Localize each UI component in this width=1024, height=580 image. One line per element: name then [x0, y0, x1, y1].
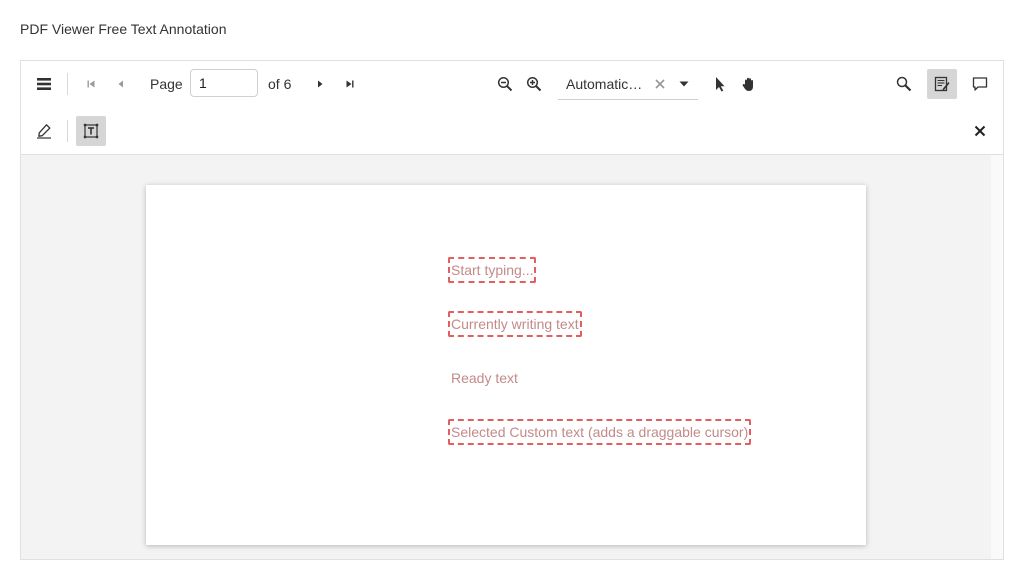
annotation-edit-icon — [934, 76, 950, 92]
page-count: of 6 — [268, 76, 292, 92]
comment-icon — [972, 76, 988, 92]
annotation-edit-button[interactable] — [927, 69, 957, 99]
free-text-annotation-selected[interactable]: Selected Custom text (adds a draggable c… — [448, 419, 752, 445]
ink-pen-button[interactable] — [29, 116, 59, 146]
zoom-value: Automatic Zoom — [566, 76, 644, 92]
ink-pen-icon — [36, 123, 52, 139]
page-title: PDF Viewer Free Text Annotation — [20, 21, 227, 37]
zoom-select[interactable]: Automatic Zoom — [558, 69, 698, 100]
toolbar-divider — [67, 120, 68, 142]
close-icon — [974, 125, 986, 137]
clear-icon[interactable] — [650, 73, 670, 95]
toolbar-divider — [67, 73, 68, 95]
free-text-icon — [83, 123, 99, 139]
last-page-button[interactable] — [335, 69, 365, 99]
vertical-scrollbar[interactable] — [991, 155, 1003, 559]
next-page-icon — [315, 79, 325, 89]
zoom-in-button[interactable] — [519, 69, 549, 99]
free-text-button[interactable] — [76, 116, 106, 146]
select-tool-button[interactable] — [705, 69, 735, 99]
annotation-toolbar — [21, 108, 1003, 155]
comment-button[interactable] — [965, 69, 995, 99]
zoom-out-button[interactable] — [490, 69, 520, 99]
page-label: Page — [150, 76, 183, 92]
zoom-out-icon — [497, 76, 513, 92]
menu-icon — [36, 77, 52, 91]
menu-button[interactable] — [29, 69, 59, 99]
current-page-input[interactable] — [190, 69, 258, 97]
close-annotation-toolbar-button[interactable] — [965, 116, 995, 146]
first-page-button[interactable] — [76, 69, 106, 99]
dropdown-arrow-icon[interactable] — [674, 73, 694, 95]
main-toolbar: Page of 6 Automatic Zoom — [21, 61, 1003, 109]
pan-hand-icon — [741, 76, 757, 92]
free-text-annotation[interactable]: Ready text — [450, 367, 519, 389]
search-icon — [896, 76, 912, 92]
free-text-annotation[interactable]: Start typing... — [448, 257, 537, 283]
next-page-button[interactable] — [305, 69, 335, 99]
pan-tool-button[interactable] — [734, 69, 764, 99]
previous-page-icon — [116, 79, 126, 89]
first-page-icon — [86, 79, 96, 89]
zoom-in-icon — [526, 76, 542, 92]
pdf-page[interactable]: Start typing... Currently writing text R… — [146, 185, 866, 545]
last-page-icon — [345, 79, 355, 89]
previous-page-button[interactable] — [106, 69, 136, 99]
document-area[interactable]: Start typing... Currently writing text R… — [21, 155, 991, 559]
free-text-annotation[interactable]: Currently writing text — [448, 311, 582, 337]
search-button[interactable] — [889, 69, 919, 99]
select-cursor-icon — [714, 76, 726, 92]
pdf-viewer: Page of 6 Automatic Zoom — [20, 60, 1004, 560]
